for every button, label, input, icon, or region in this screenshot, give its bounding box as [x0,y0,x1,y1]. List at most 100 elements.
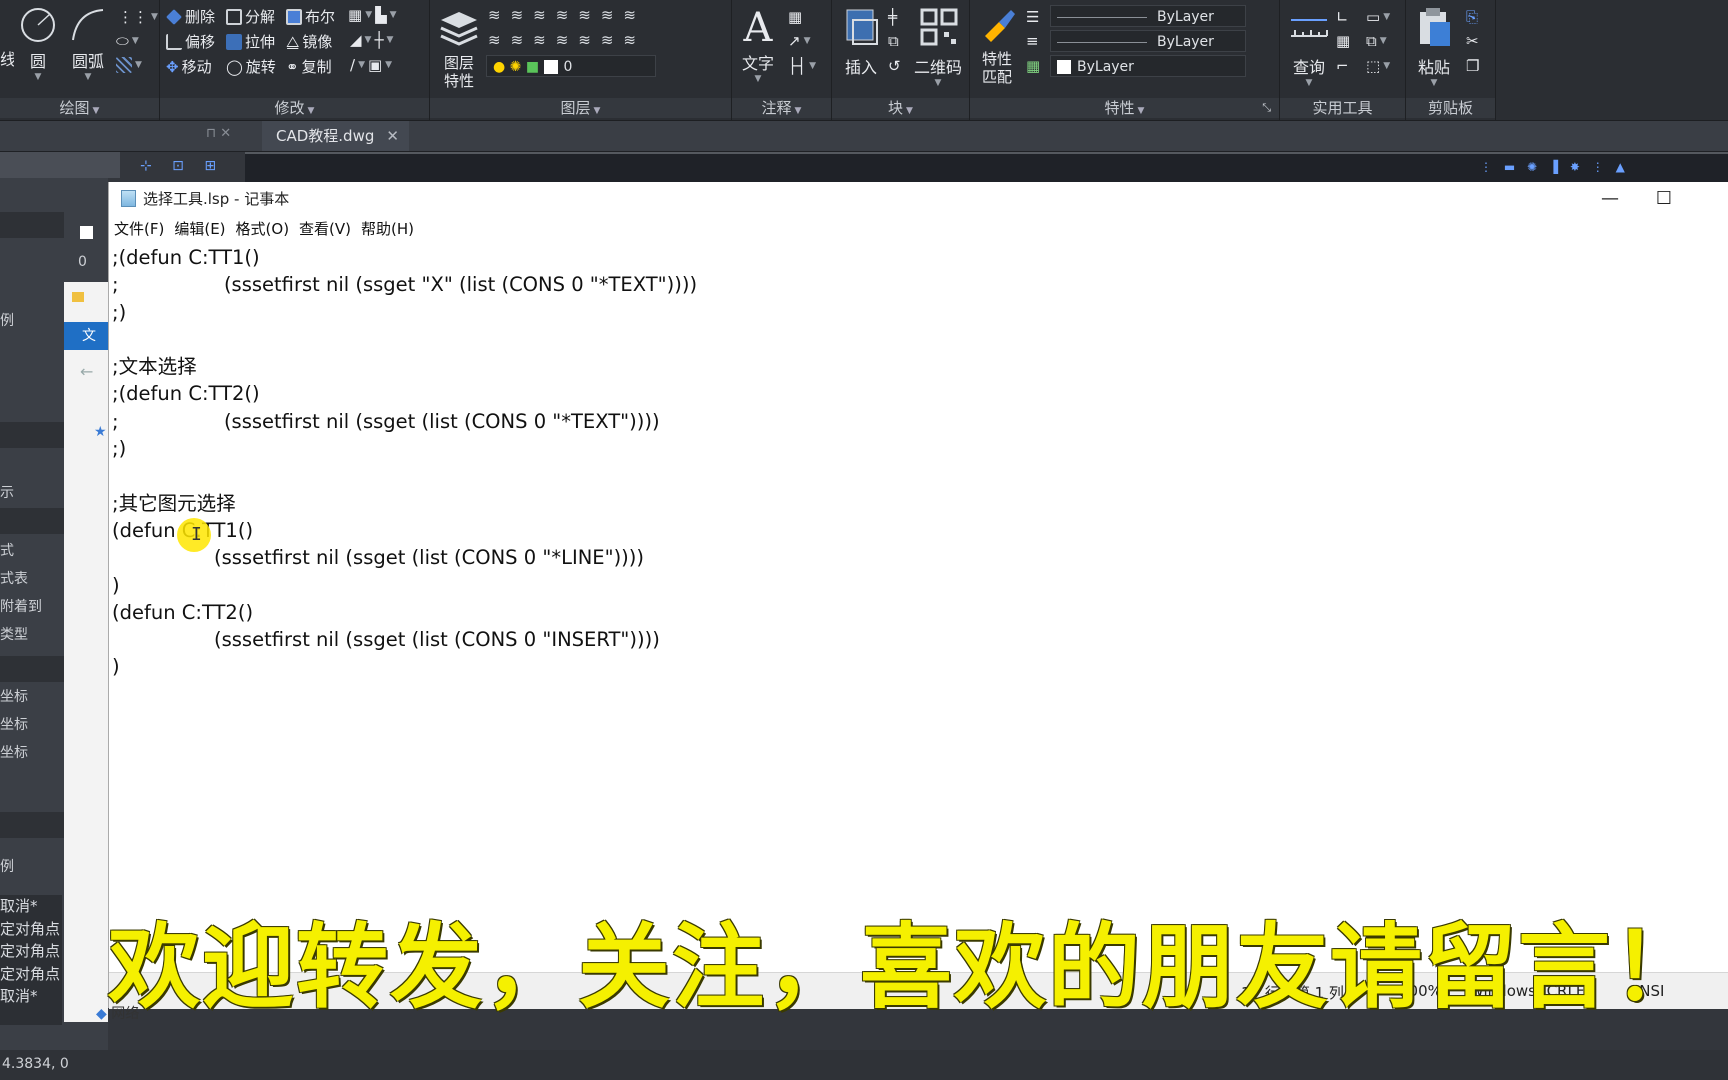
arc-button[interactable]: 圆弧 ▼ [66,6,110,82]
viewcube-toolbar[interactable]: ⋮ ▬ ✺ ▐ ✸ ⋮ ▲ [1480,160,1629,174]
panel-launcher-icon[interactable]: ⤡ [1262,98,1271,118]
palette-row: 式 [0,543,14,559]
command-line: 取消* [0,897,38,915]
array-icon[interactable]: ▦ ▼ ▙ ▼ [348,6,397,24]
grid-icon[interactable]: ⋮⋮ ▼ [118,8,158,26]
utilities-panel-title[interactable]: 实用工具 [1280,98,1405,118]
notepad-text-area[interactable]: ;(defun C:TT1() ; (sssetfirst nil (ssget … [112,244,1712,934]
offset-button[interactable]: 偏移 [166,31,215,52]
maximize-button[interactable]: ☐ [1637,182,1691,216]
point-icon[interactable]: ⌐ [1336,57,1349,75]
status-bar: 4.3834, 0 [0,1050,1728,1080]
text-button[interactable]: A 文字 ▼ [738,6,778,84]
annotation-panel-title[interactable]: 注释 ▼ [732,98,831,118]
move-button[interactable]: ✥ 移动 [166,56,212,77]
copy-clip-icon[interactable]: ⎘ [1466,8,1478,26]
fillet-icon[interactable]: ◢ ▼ ┼ ▼ [350,31,393,49]
copy-button[interactable]: ⚭ 复制 [286,56,332,77]
boolean-button[interactable]: 布尔 [286,6,335,27]
menu-view[interactable]: 查看(V) [299,216,351,242]
menu-file[interactable]: 文件(F) [114,216,164,242]
palette-row: 例 [0,313,14,329]
select-icon[interactable]: ▭ ▼ [1366,8,1390,26]
explorer-file-tab[interactable]: 文件 [64,322,108,350]
star-icon[interactable]: ★ [94,424,107,440]
trim-icon[interactable]: ∕ ▼ ▣ ▼ [350,56,392,74]
copy-icon: ⚭ [286,57,299,76]
insert-button[interactable]: 插入 [836,6,886,78]
back-arrow-icon[interactable]: ← [80,362,93,381]
query-button[interactable]: 查询 ▼ [1284,6,1334,88]
erase-button[interactable]: 删除 [166,6,215,27]
notepad-window: 选择工具.lsp - 记事本 — ☐ 文件(F) 编辑(E) 格式(O) 查看(… [108,182,1728,1009]
stretch-button[interactable]: 拉伸 [226,31,275,52]
ellipse-icon[interactable]: ⬭ ▼ [116,32,139,50]
palette-checkbox[interactable] [80,226,93,239]
table-icon[interactable]: ▦ [788,8,802,26]
clipboard-panel-title[interactable]: 剪贴板 [1406,98,1495,118]
select-icon-2[interactable]: ⧉ ▼ [1366,32,1387,50]
sun-icon: ✺ [509,59,522,75]
draw-panel-title[interactable]: 绘图 ▼ [0,98,159,118]
paste-button[interactable]: 粘贴 ▼ [1410,6,1458,88]
linetype-dropdown[interactable]: ByLayer [1050,5,1246,27]
pin-icon[interactable]: ⊓ ✕ [206,126,231,141]
lightbulb-icon: ● [493,59,506,75]
match-properties-button[interactable]: 特性 匹配 [974,6,1020,86]
lineweight-dropdown[interactable]: ByLayer [1050,30,1246,52]
calculator-icon[interactable]: ▦ [1336,32,1350,50]
circle-button[interactable]: 圆 ▼ [16,6,60,82]
modify-panel: 删除 分解 布尔 ▦ ▼ ▙ ▼ 偏移 拉伸 ⧋ 镜像 ◢ ▼ ┼ ▼ ✥ 移动 ◯ 旋转… [160,0,430,120]
mirror-icon: ⧋ [286,32,300,51]
boolean-icon [286,8,302,25]
drawing-canvas[interactable]: ⋮ ▬ ✺ ▐ ✸ ⋮ ▲ [245,152,1728,184]
linetype-icon[interactable]: ☰ [1026,8,1039,26]
document-tab-label: CAD教程.dwg [276,127,375,145]
leader-icon[interactable]: ↗ ▼ [788,32,811,50]
qrcode-button[interactable]: 二维码 ▼ [910,6,966,88]
dimension-icon[interactable]: ├┤ ▼ [788,57,816,75]
copy-pages-icon[interactable]: ❐ [1466,57,1479,75]
ribbon: 线 圆 ▼ 圆弧 ▼ ⋮⋮ ▼ ⬭ ▼ ▼ 绘图 ▼ 删除 分解 布尔 ▦ ▼ ▙… [0,0,1728,121]
explode-icon [226,8,242,25]
modify-panel-title[interactable]: 修改 ▼ [160,98,429,118]
document-tab[interactable]: CAD教程.dwg ✕ [262,121,409,151]
layer-tools-icon-2[interactable]: ≋≋≋≋≋≋≋ [488,31,646,49]
command-line: 定对角点 [0,964,61,983]
hatch-icon[interactable]: ▼ [116,57,142,73]
block-create-icon[interactable]: ⧉ [888,32,899,50]
notepad-titlebar[interactable]: 选择工具.lsp - 记事本 — ☐ [109,182,1728,216]
document-tab-bar: ⊓ ✕ CAD教程.dwg ✕ [0,121,1728,152]
erase-icon [166,8,182,25]
menu-edit[interactable]: 编辑(E) [174,216,225,242]
color-dropdown[interactable]: ByLayer [1050,55,1246,77]
layers-panel-title[interactable]: 图层 ▼ [430,98,731,118]
close-icon[interactable]: ✕ [386,121,399,151]
menu-format[interactable]: 格式(O) [236,216,290,242]
minimize-button[interactable]: — [1583,182,1637,216]
layer-tools-icon[interactable]: ≋≋≋≋≋≋≋ [488,6,646,24]
menu-help[interactable]: 帮助(H) [361,216,414,242]
mirror-button[interactable]: ⧋ 镜像 [286,31,332,52]
block-edit-icon[interactable]: ╪ [888,8,897,26]
lineweight-icon[interactable]: ≡ [1026,32,1039,50]
layer-properties-button[interactable]: 图层 特性 [436,6,482,90]
canvas-tools[interactable]: ⊹ ⊡ ⊞ [140,158,224,174]
line-button[interactable]: 线 [0,8,14,70]
rotate-button[interactable]: ◯ 旋转 [226,56,276,77]
color-grid-icon[interactable]: ▦ [1026,57,1040,75]
angle-icon[interactable]: ∟ [1336,8,1349,26]
code-line: ;其它图元选择 [112,491,236,515]
properties-panel-title[interactable]: 特性 ▼ ⤡ [970,98,1279,118]
layer-dropdown[interactable]: ● ✺ ■ 0 [486,55,656,77]
block-panel-title[interactable]: 块 ▼ [832,98,969,118]
explode-button[interactable]: 分解 [226,6,275,27]
block-attr-icon[interactable]: ↺ [888,57,901,75]
code-line: (sssetfirst nil (ssget (list (CONS 0 "*L… [214,546,644,570]
lock-icon: ■ [525,59,540,75]
select-icon-3[interactable]: ⬚ ▼ [1366,57,1390,75]
palette-row: 式表 [0,571,28,587]
scissors-icon[interactable]: ✂ [1466,32,1479,50]
